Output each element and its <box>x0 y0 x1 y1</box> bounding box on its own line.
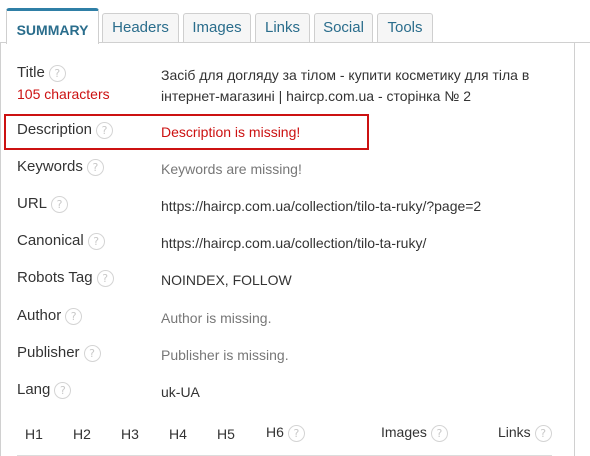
tab-bar: SUMMARY Headers Images Links Social Tool… <box>0 0 590 44</box>
publisher-value: Publisher is missing. <box>161 347 289 363</box>
title-length: 105 characters <box>17 86 110 102</box>
col-h5: H5 <box>217 426 235 442</box>
robots-label: Robots Tag? <box>17 269 114 287</box>
title-row: Title? 105 characters Засіб для догляду … <box>17 64 567 108</box>
help-icon[interactable]: ? <box>430 424 448 442</box>
help-icon[interactable]: ? <box>83 344 101 362</box>
author-row: Author? Author is missing. <box>17 307 567 331</box>
col-links: Links? <box>498 424 552 442</box>
title-label: Title? <box>17 64 66 82</box>
keywords-value: Keywords are missing! <box>161 161 302 177</box>
col-h6: H6? <box>266 424 305 442</box>
robots-value: NOINDEX, FOLLOW <box>161 272 292 288</box>
help-icon[interactable]: ? <box>51 195 69 213</box>
lang-row: Lang? uk-UA <box>17 381 567 405</box>
author-value: Author is missing. <box>161 310 272 326</box>
tab-links[interactable]: Links <box>255 13 310 43</box>
help-icon[interactable]: ? <box>96 269 114 287</box>
tab-summary[interactable]: SUMMARY <box>6 8 99 44</box>
tab-tools[interactable]: Tools <box>377 13 433 43</box>
col-h4: H4 <box>169 426 187 442</box>
help-icon[interactable]: ? <box>48 64 66 82</box>
col-images: Images? <box>381 424 448 442</box>
description-row: Description? Description is missing! <box>17 121 567 145</box>
url-value[interactable]: https://haircp.com.ua/collection/tilo-ta… <box>161 196 481 217</box>
col-h3: H3 <box>121 426 139 442</box>
robots-row: Robots Tag? NOINDEX, FOLLOW <box>17 269 567 293</box>
canonical-row: Canonical? https://haircp.com.ua/collect… <box>17 232 567 256</box>
tab-social[interactable]: Social <box>314 13 373 43</box>
publisher-label: Publisher? <box>17 344 101 362</box>
help-icon[interactable]: ? <box>534 424 552 442</box>
description-label: Description? <box>17 121 114 139</box>
col-h1: H1 <box>25 426 43 442</box>
tab-headers[interactable]: Headers <box>102 13 179 43</box>
url-label: URL? <box>17 195 69 213</box>
canonical-label: Canonical? <box>17 232 105 250</box>
keywords-row: Keywords? Keywords are missing! <box>17 158 567 182</box>
publisher-row: Publisher? Publisher is missing. <box>17 344 567 368</box>
headings-summary-header: H1 H2 H3 H4 H5 H6? Images? Links? <box>22 424 562 448</box>
title-value: Засіб для догляду за тілом - купити косм… <box>161 67 530 104</box>
help-icon[interactable]: ? <box>65 307 83 325</box>
help-icon[interactable]: ? <box>87 232 105 250</box>
lang-value: uk-UA <box>161 384 200 400</box>
help-icon[interactable]: ? <box>287 424 305 442</box>
canonical-value[interactable]: https://haircp.com.ua/collection/tilo-ta… <box>161 233 426 254</box>
author-label: Author? <box>17 307 83 325</box>
description-value: Description is missing! <box>161 124 301 140</box>
url-row: URL? https://haircp.com.ua/collection/ti… <box>17 195 567 219</box>
keywords-label: Keywords? <box>17 158 104 176</box>
help-icon[interactable]: ? <box>54 381 72 399</box>
col-h2: H2 <box>73 426 91 442</box>
lang-label: Lang? <box>17 381 72 399</box>
help-icon[interactable]: ? <box>86 158 104 176</box>
help-icon[interactable]: ? <box>96 121 114 139</box>
tab-images[interactable]: Images <box>183 13 251 43</box>
